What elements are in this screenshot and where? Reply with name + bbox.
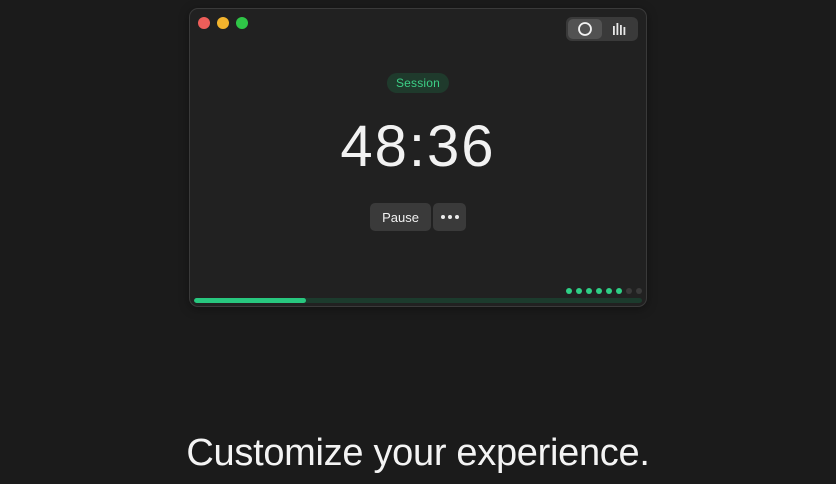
minimize-window-button[interactable]	[217, 17, 229, 29]
zoom-window-button[interactable]	[236, 17, 248, 29]
step-dot	[636, 288, 642, 294]
stats-view-button[interactable]	[602, 19, 636, 39]
more-options-button[interactable]	[433, 203, 466, 231]
step-dot	[566, 288, 572, 294]
window-controls	[198, 17, 248, 29]
step-dot	[606, 288, 612, 294]
step-dot	[586, 288, 592, 294]
step-dot	[596, 288, 602, 294]
headline-caption: Customize your experience.	[186, 432, 650, 474]
step-dot	[576, 288, 582, 294]
pause-button[interactable]: Pause	[370, 203, 431, 231]
progress-bar	[194, 298, 642, 303]
view-toggle	[566, 17, 638, 41]
session-badge: Session	[386, 73, 450, 93]
more-horizontal-icon	[440, 215, 459, 219]
step-dot	[626, 288, 632, 294]
stage: Session 48:36 Pause Customize your exper…	[0, 0, 836, 484]
timer-display: 48:36	[340, 114, 496, 179]
timer-view-button[interactable]	[568, 19, 602, 39]
session-steps	[566, 288, 642, 294]
close-window-button[interactable]	[198, 17, 210, 29]
progress-fill	[194, 298, 306, 303]
circle-icon	[578, 22, 592, 36]
bar-chart-icon	[613, 23, 626, 35]
step-dot	[616, 288, 622, 294]
timer-controls: Pause	[370, 203, 466, 231]
timer-window: Session 48:36 Pause	[189, 8, 647, 307]
